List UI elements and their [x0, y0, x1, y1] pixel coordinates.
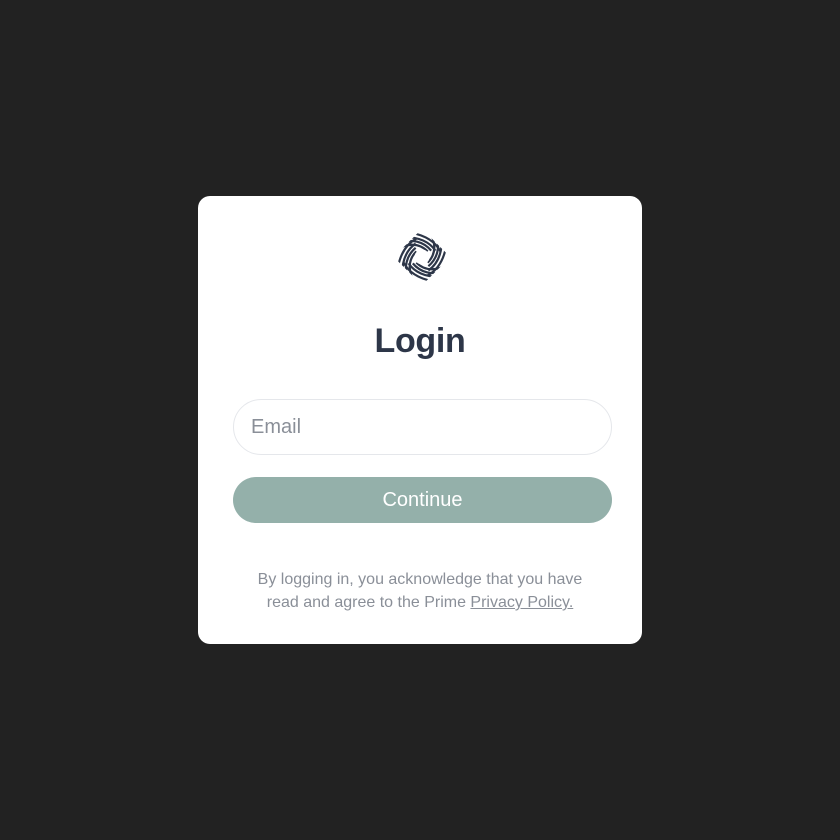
legal-notice: By logging in, you acknowledge that you …: [218, 568, 622, 614]
login-card: Login Continue By logging in, you acknow…: [198, 196, 642, 644]
swirl-diamond-logo-icon: [392, 227, 452, 287]
legal-text-line1: By logging in, you acknowledge that you …: [257, 571, 583, 588]
continue-button[interactable]: Continue: [233, 477, 612, 523]
legal-text-line2: read and agree to the Prime: [266, 594, 466, 611]
page-title: Login: [374, 322, 466, 360]
privacy-policy-link[interactable]: Privacy Policy.: [470, 594, 573, 611]
email-field[interactable]: [233, 399, 612, 455]
